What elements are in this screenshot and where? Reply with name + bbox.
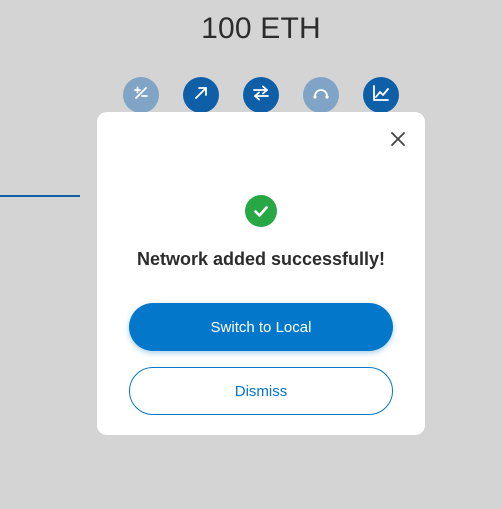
close-button[interactable] [389, 130, 407, 148]
check-circle-icon [245, 195, 277, 227]
close-icon [389, 132, 407, 152]
switch-to-local-button[interactable]: Switch to Local [129, 303, 393, 351]
buy-sell-button[interactable] [123, 77, 159, 113]
bridge-icon [311, 83, 331, 108]
swap-button[interactable] [243, 77, 279, 113]
chart-line-icon [371, 83, 391, 108]
wallet-actions [123, 77, 400, 113]
balance-amount: 100 ETH [201, 12, 321, 45]
modal-title: Network added successfully! [136, 249, 386, 269]
swap-arrows-icon [251, 83, 271, 108]
network-added-modal: Network added successfully! Switch to Lo… [97, 112, 425, 435]
plus-minus-icon [131, 83, 151, 108]
portfolio-button[interactable] [363, 77, 399, 113]
active-tab-indicator [0, 195, 80, 197]
send-button[interactable] [183, 77, 219, 113]
arrow-up-right-icon [191, 83, 211, 108]
dismiss-button[interactable]: Dismiss [129, 367, 393, 415]
bridge-button[interactable] [303, 77, 339, 113]
